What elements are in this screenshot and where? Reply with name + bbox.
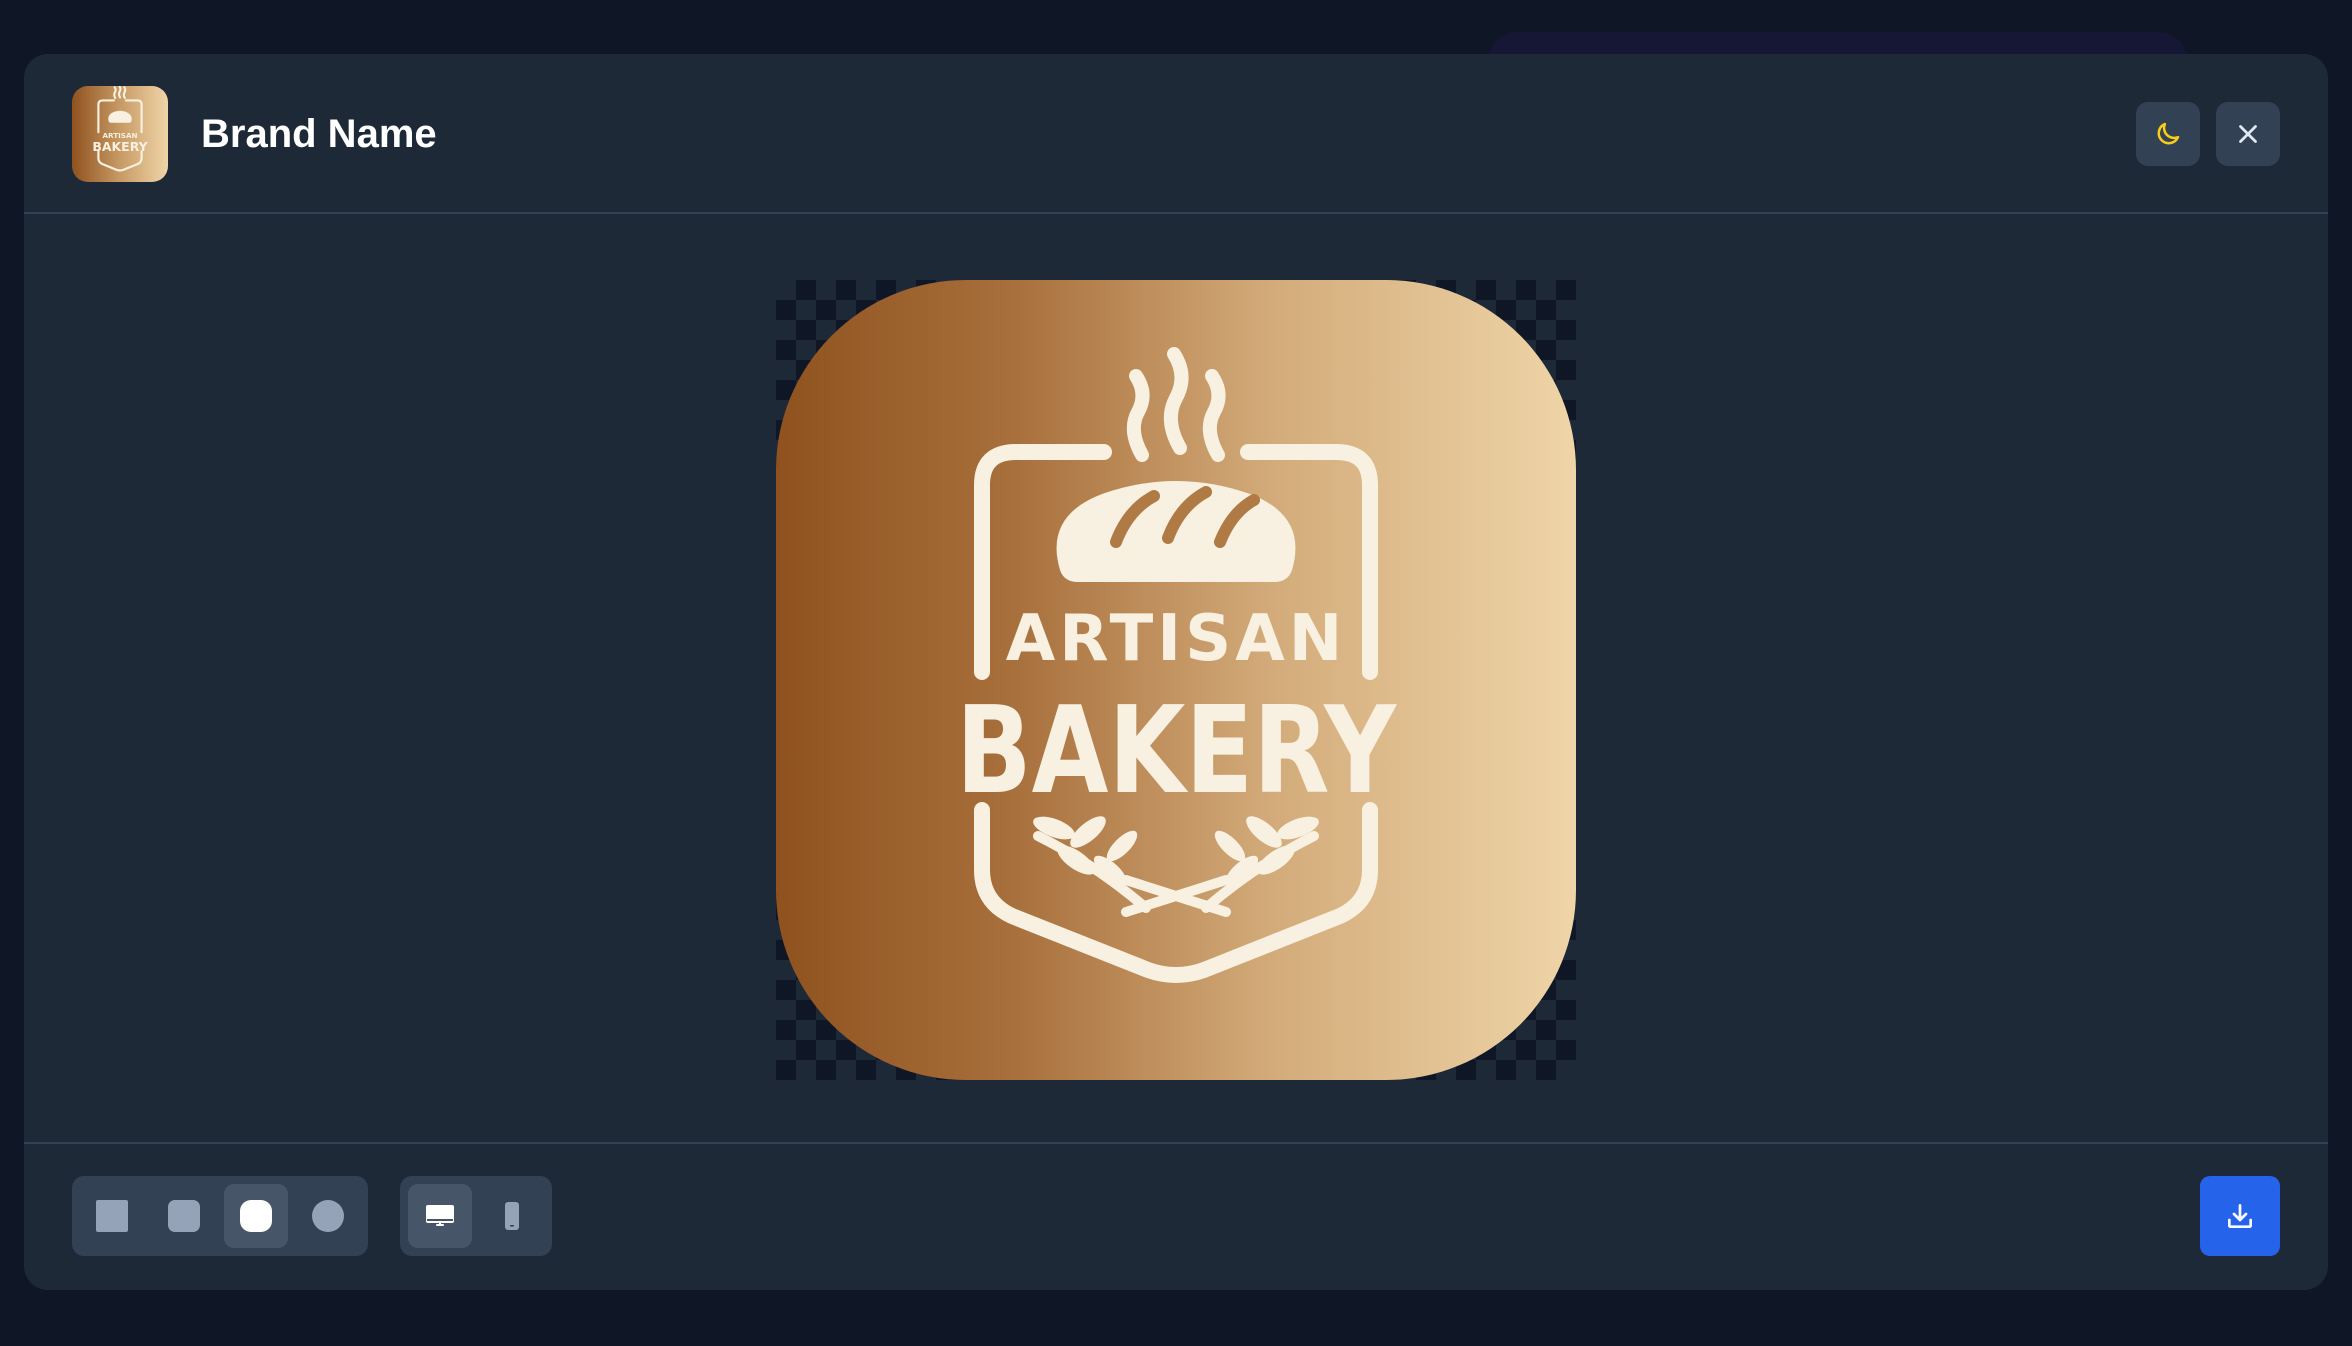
shape-option-rounded[interactable] — [152, 1184, 216, 1248]
device-option-desktop[interactable] — [408, 1184, 472, 1248]
shape-option-circle[interactable] — [296, 1184, 360, 1248]
close-button[interactable] — [2216, 102, 2280, 166]
modal-footer — [24, 1142, 2328, 1290]
artisan-bakery-logo-icon: ARTISAN BAKERY — [72, 86, 168, 182]
shape-selector — [72, 1176, 368, 1256]
device-option-mobile[interactable] — [480, 1184, 544, 1248]
app-icon-preview: ARTISAN BAKERY — [776, 280, 1576, 1080]
circle-icon — [312, 1200, 344, 1232]
svg-text:ARTISAN: ARTISAN — [102, 131, 137, 140]
modal-header: ARTISAN BAKERY Brand Name — [24, 54, 2328, 214]
mobile-icon — [505, 1202, 519, 1230]
logo-text-artisan: ARTISAN — [1006, 602, 1347, 676]
rounded-square-icon — [168, 1200, 200, 1232]
icon-preview-modal: ARTISAN BAKERY Brand Name ARTISAN BAKERY — [24, 54, 2328, 1290]
moon-icon — [2157, 122, 2180, 145]
square-icon — [96, 1200, 128, 1232]
desktop-icon — [426, 1205, 454, 1226]
squircle-icon — [240, 1200, 272, 1232]
brand-thumbnail: ARTISAN BAKERY — [72, 86, 168, 182]
theme-toggle-button[interactable] — [2136, 102, 2200, 166]
preview-stage: ARTISAN BAKERY — [24, 216, 2328, 1142]
shape-option-square[interactable] — [80, 1184, 144, 1248]
close-icon — [2239, 125, 2257, 143]
page-title: Brand Name — [201, 112, 437, 156]
shape-option-squircle[interactable] — [224, 1184, 288, 1248]
svg-text:BAKERY: BAKERY — [92, 139, 148, 154]
transparency-checkerboard: ARTISAN BAKERY — [776, 280, 1576, 1080]
download-button[interactable] — [2200, 1176, 2280, 1256]
download-icon — [2228, 1204, 2252, 1228]
logo-text-bakery: BAKERY — [956, 682, 1398, 821]
device-selector — [400, 1176, 552, 1256]
